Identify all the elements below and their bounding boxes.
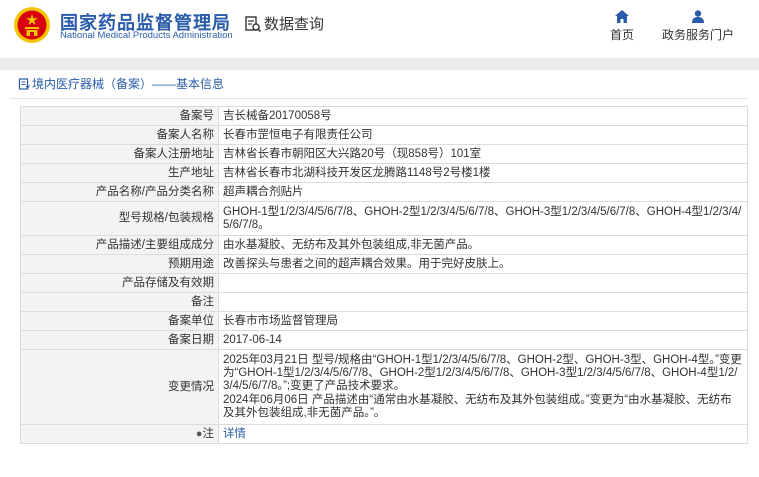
document-search-icon [245, 15, 262, 32]
field-value: 长春市市场监督管理局 [218, 311, 748, 331]
field-value: 长春市罡恒电子有限责任公司 [218, 125, 748, 145]
record-detail-table: 备案号 吉长械备20170058号 备案人名称 长春市罡恒电子有限责任公司 备案… [20, 106, 748, 444]
field-label: 备案单位 [20, 311, 219, 331]
field-label: 备案日期 [20, 330, 219, 350]
field-value: 吉林省长春市朝阳区大兴路20号（现858号）101室 [218, 144, 748, 164]
field-value: 超声耦合剂贴片 [218, 182, 748, 202]
nav-home[interactable]: 首页 [607, 10, 637, 43]
detail-panel: 境内医疗器械（备案）——基本信息 备案号 吉长械备20170058号 备案人名称… [10, 70, 749, 477]
panel-title-text: 境内医疗器械（备案）——基本信息 [32, 77, 225, 91]
table-row: 备案日期 2017-06-14 [20, 330, 748, 350]
table-row: 产品存储及有效期 [20, 273, 748, 293]
note-label: 注 [202, 427, 215, 440]
field-value [218, 273, 748, 293]
field-value: GHOH-1型1/2/3/4/5/6/7/8、GHOH-2型1/2/3/4/5/… [218, 201, 748, 236]
page-divider [0, 58, 759, 70]
table-row: 产品名称/产品分类名称 超声耦合剂贴片 [20, 182, 748, 202]
home-icon [615, 10, 629, 23]
panel-title: 境内医疗器械（备案）——基本信息 [10, 70, 749, 99]
brand-name-en[interactable]: National Medical Products Administration [60, 30, 233, 41]
user-icon [692, 10, 704, 23]
field-label: ●注 [20, 424, 219, 444]
field-label: 产品描述/主要组成成分 [20, 235, 219, 255]
field-value: 2017-06-14 [218, 330, 748, 350]
details-link[interactable]: 详情 [223, 428, 246, 440]
table-row: 备案人名称 长春市罡恒电子有限责任公司 [20, 125, 748, 145]
national-emblem-logo [14, 7, 50, 43]
field-label: 变更情况 [20, 349, 219, 425]
table-row: 生产地址 吉林省长春市北湖科技开发区龙腾路1148号2号楼1楼 [20, 163, 748, 183]
table-row: 产品描述/主要组成成分 由水基凝胶、无纺布及其外包装组成,非无菌产品。 [20, 235, 748, 255]
data-query-link[interactable]: 数据查询 [244, 13, 324, 34]
table-row: 型号规格/包装规格 GHOH-1型1/2/3/4/5/6/7/8、GHOH-2型… [20, 201, 748, 236]
field-value: 由水基凝胶、无纺布及其外包装组成,非无菌产品。 [218, 235, 748, 255]
table-row: 备案人注册地址 吉林省长春市朝阳区大兴路20号（现858号）101室 [20, 144, 748, 164]
field-value [218, 292, 748, 312]
field-label: 产品存储及有效期 [20, 273, 219, 293]
field-label: 型号规格/包装规格 [20, 201, 219, 236]
field-label: 备案号 [20, 106, 219, 126]
field-label: 备注 [20, 292, 219, 312]
nav-portal-label: 政务服务门户 [661, 28, 734, 42]
field-label: 备案人注册地址 [20, 144, 219, 164]
table-row: 备注 [20, 292, 748, 312]
site-header: 国家药品监督管理局 National Medical Products Admi… [0, 0, 759, 58]
field-label: 备案人名称 [20, 125, 219, 145]
table-row: 备案单位 长春市市场监督管理局 [20, 311, 748, 331]
data-query-label: 数据查询 [264, 16, 325, 33]
table-row: 变更情况 2025年03月21日 型号/规格由“GHOH-1型1/2/3/4/5… [20, 349, 748, 425]
document-icon [18, 78, 30, 90]
field-value: 吉林省长春市北湖科技开发区龙腾路1148号2号楼1楼 [218, 163, 748, 183]
field-label: 生产地址 [20, 163, 219, 183]
change-history-value: 2025年03月21日 型号/规格由“GHOH-1型1/2/3/4/5/6/7/… [218, 349, 748, 425]
table-row: 备案号 吉长械备20170058号 [20, 106, 748, 126]
field-value: 改善探头与患者之间的超声耦合效果。用于完好皮肤上。 [218, 254, 748, 274]
pin-icon: ● [195, 427, 203, 440]
field-value: 详情 [218, 424, 748, 444]
table-row: 预期用途 改善探头与患者之间的超声耦合效果。用于完好皮肤上。 [20, 254, 748, 274]
table-row: ●注 详情 [20, 424, 748, 444]
field-label: 预期用途 [20, 254, 219, 274]
nav-home-label: 首页 [609, 28, 634, 42]
field-value: 吉长械备20170058号 [218, 106, 748, 126]
field-label: 产品名称/产品分类名称 [20, 182, 219, 202]
nav-service-portal[interactable]: 政务服务门户 [658, 10, 738, 43]
